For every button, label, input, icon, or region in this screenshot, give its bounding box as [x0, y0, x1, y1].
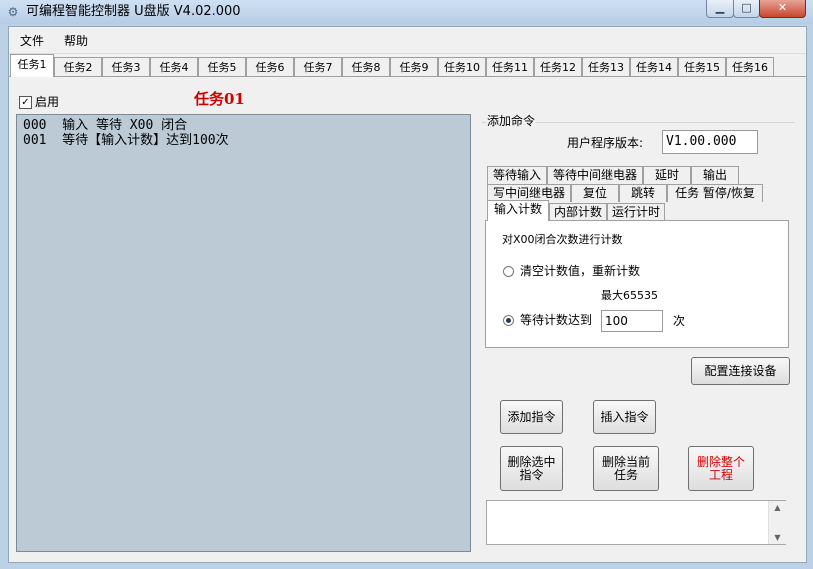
delete-task-label-2: 任务: [613, 468, 638, 482]
insert-instruction-label: 插入指令: [600, 410, 649, 424]
program-list[interactable]: 000 输入 等待 X00 闭合 001 等待【输入计数】达到100次: [16, 114, 471, 552]
tab-task-pause-resume[interactable]: 任务 暂停/恢复: [667, 184, 763, 202]
tab-task-7[interactable]: 任务7: [294, 57, 342, 76]
config-device-button[interactable]: 配置连接设备: [691, 357, 790, 385]
version-input[interactable]: V1.00.000: [662, 130, 758, 154]
main-window-client: 文件 帮助 任务1 任务2 任务3 任务4 任务5 任务6 任务7 任务8 任务9 任务10 任务1…: [8, 26, 807, 563]
maximize-button[interactable]: □: [733, 0, 760, 18]
max-count-hint: 最大65535: [601, 289, 658, 302]
tab-wait-relay[interactable]: 等待中间继电器: [547, 166, 643, 184]
tab-delay[interactable]: 延时: [643, 166, 691, 184]
count-unit-label: 次: [673, 314, 686, 328]
count-target-input[interactable]: 100: [601, 310, 663, 332]
tab-task-13[interactable]: 任务13: [582, 57, 630, 76]
count-description: 对X00闭合次数进行计数: [502, 233, 623, 246]
tab-strip-baseline: [9, 76, 806, 77]
task-heading: 任务01: [194, 90, 245, 108]
tab-task-5[interactable]: 任务5: [198, 57, 246, 76]
add-instruction-button[interactable]: 添加指令: [500, 400, 563, 434]
enable-checkbox[interactable]: ✓: [19, 96, 32, 109]
delete-selected-button[interactable]: 删除选中 指令: [500, 446, 563, 491]
tab-task-10[interactable]: 任务10: [438, 57, 486, 76]
tab-task-9[interactable]: 任务9: [390, 57, 438, 76]
tab-output[interactable]: 输出: [691, 166, 739, 184]
program-line[interactable]: 001 等待【输入计数】达到100次: [23, 133, 229, 148]
tab-jump[interactable]: 跳转: [619, 184, 667, 202]
version-label: 用户程序版本:: [567, 136, 644, 150]
tab-task-2[interactable]: 任务2: [54, 57, 102, 76]
tab-task-1[interactable]: 任务1: [10, 54, 54, 77]
menu-bar: 文件 帮助: [9, 27, 806, 54]
tab-task-15[interactable]: 任务15: [678, 57, 726, 76]
menu-file[interactable]: 文件: [20, 33, 44, 49]
tab-task-6[interactable]: 任务6: [246, 57, 294, 76]
tab-input-count[interactable]: 输入计数: [487, 200, 549, 221]
tab-task-8[interactable]: 任务8: [342, 57, 390, 76]
tab-task-12[interactable]: 任务12: [534, 57, 582, 76]
delete-project-label-2: 工程: [708, 468, 733, 482]
radio-clear-count[interactable]: [503, 266, 514, 277]
menu-help[interactable]: 帮助: [64, 33, 88, 49]
tab-run-timer[interactable]: 运行计时: [607, 203, 665, 221]
tab-task-14[interactable]: 任务14: [630, 57, 678, 76]
delete-project-button[interactable]: 删除整个 工程: [688, 446, 754, 491]
tab-reset[interactable]: 复位: [571, 184, 619, 202]
add-command-group-label: 添加命令: [486, 113, 537, 129]
config-device-button-label: 配置连接设备: [704, 364, 777, 378]
close-button[interactable]: ✕: [759, 0, 806, 18]
radio-clear-count-label[interactable]: 清空计数值，重新计数: [520, 263, 640, 279]
tab-task-3[interactable]: 任务3: [102, 57, 150, 76]
scroll-up-icon[interactable]: ▲: [769, 503, 786, 512]
radio-wait-count[interactable]: [503, 315, 514, 326]
delete-task-button[interactable]: 删除当前 任务: [593, 446, 659, 491]
log-scrollbar[interactable]: ▲ ▼: [768, 501, 786, 544]
scroll-down-icon[interactable]: ▼: [769, 533, 786, 542]
program-line[interactable]: 000 输入 等待 X00 闭合: [23, 118, 187, 133]
tab-internal-count[interactable]: 内部计数: [549, 203, 607, 221]
tab-task-11[interactable]: 任务11: [486, 57, 534, 76]
enable-label[interactable]: 启用: [35, 94, 59, 110]
add-instruction-label: 添加指令: [507, 410, 556, 424]
tab-wait-input[interactable]: 等待输入: [487, 166, 547, 184]
app-gear-icon[interactable]: ⚙: [6, 5, 20, 19]
minimize-button[interactable]: ▁: [706, 0, 734, 18]
log-textbox[interactable]: [486, 500, 786, 545]
delete-selected-label-2: 指令: [519, 468, 544, 482]
window-title: 可编程智能控制器 U盘版 V4.02.000: [26, 4, 241, 19]
tab-task-4[interactable]: 任务4: [150, 57, 198, 76]
radio-wait-count-label[interactable]: 等待计数达到: [520, 312, 592, 328]
tab-task-16[interactable]: 任务16: [726, 57, 774, 76]
insert-instruction-button[interactable]: 插入指令: [593, 400, 656, 434]
